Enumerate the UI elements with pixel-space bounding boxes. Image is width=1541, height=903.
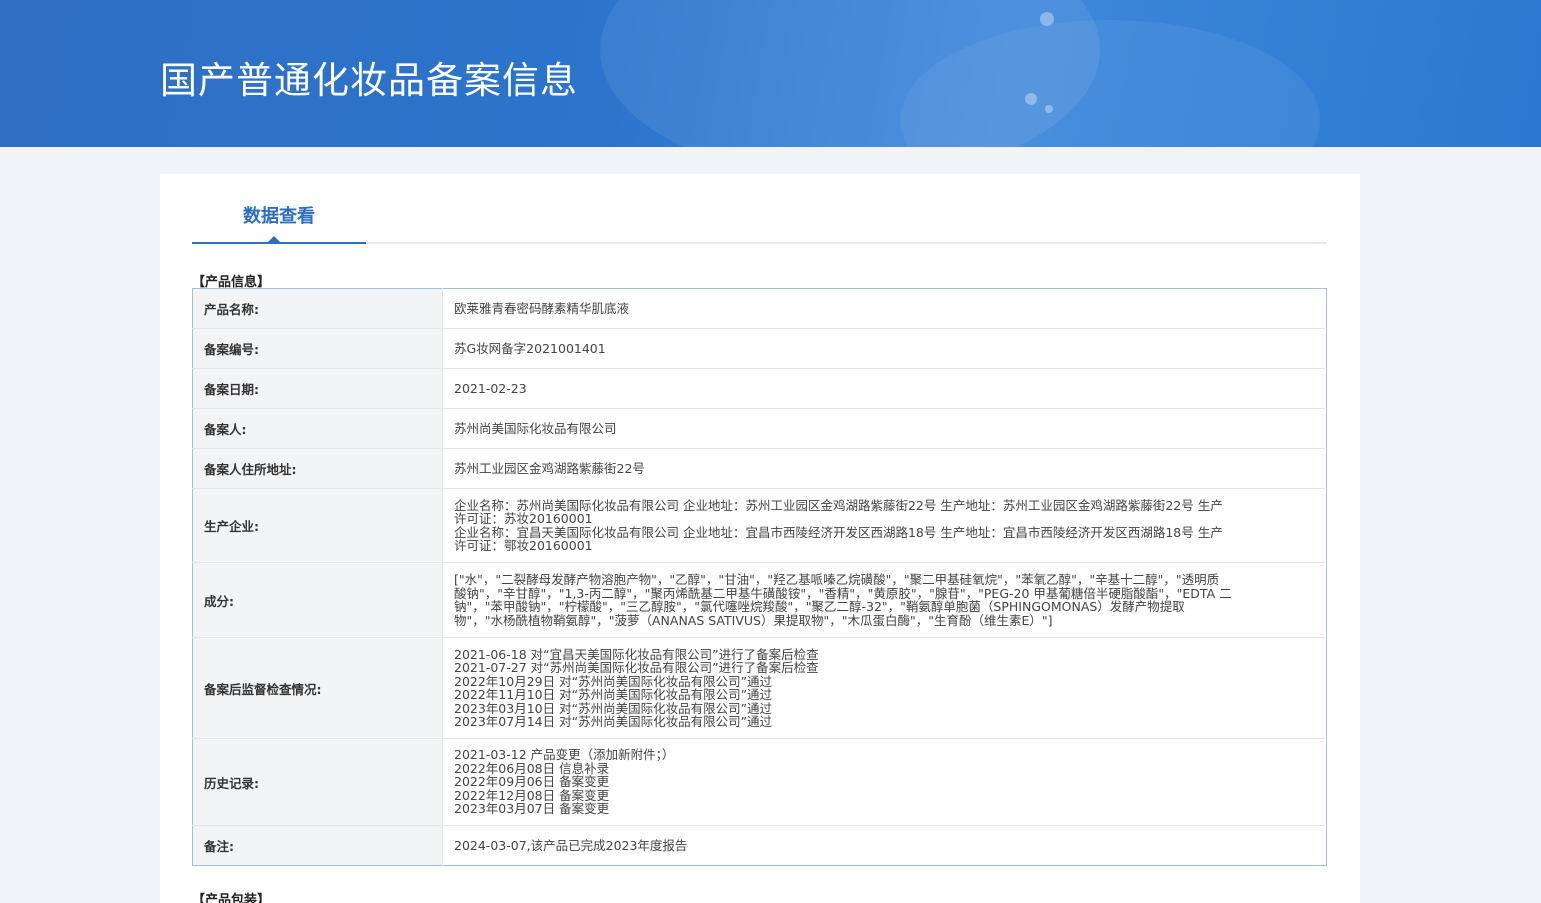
text-line: 2023年03月10日 对“苏州尚美国际化妆品有限公司”通过	[454, 700, 773, 716]
row-label: 备案日期:	[192, 368, 443, 409]
tab-label: 数据查看	[243, 206, 315, 227]
row-label: 成分:	[192, 562, 443, 638]
row-label: 备注:	[192, 825, 443, 866]
text-line: 2023年03月07日 备案变更	[454, 801, 610, 817]
table-row: 成分: ["水"，"二裂酵母发酵产物溶胞产物"，"乙醇"，"甘油"，"羟乙基哌嗪…	[192, 562, 1327, 638]
row-label: 历史记录:	[192, 738, 443, 826]
tab-bar: 数据查看	[192, 174, 1327, 244]
tab-data-view[interactable]: 数据查看	[192, 174, 366, 244]
table-row: 备案人: 苏州尚美国际化妆品有限公司	[192, 408, 1327, 449]
address-value: 苏州工业园区金鸡湖路紫藤街22号	[442, 448, 1327, 489]
table-row: 历史记录: 2021-03-12 产品变更（添加新附件；） 2022年06月08…	[192, 738, 1327, 826]
page-title: 国产普通化妆品备案信息	[160, 59, 578, 102]
text-line: 2022年12月08日 备案变更	[454, 787, 610, 803]
inspections-value: 2021-06-18 对“宜昌天美国际化妆品有限公司”进行了备案后检查 2021…	[442, 637, 1327, 739]
registrant-value: 苏州尚美国际化妆品有限公司	[442, 408, 1327, 449]
text-line: 许可证：苏妆20160001	[454, 511, 593, 526]
table-row: 备注: 2024-03-07,该产品已完成2023年度报告	[192, 825, 1327, 866]
row-label: 生产企业:	[192, 488, 443, 563]
text-line: 企业名称：苏州尚美国际化妆品有限公司 企业地址：苏州工业园区金鸡湖路紫藤街22号…	[454, 497, 1223, 513]
text-line: 2022年10月29日 对“苏州尚美国际化妆品有限公司”通过	[454, 673, 773, 689]
text-line: 钠"，"苯甲酸钠"，"柠檬酸"，"三乙醇胺"，"氯代噻唑烷羧酸"，"聚乙二醇-3…	[454, 599, 1185, 614]
row-label: 备案人:	[192, 408, 443, 449]
banner-dot	[1025, 93, 1037, 105]
text-line: 2021-07-27 对“苏州尚美国际化妆品有限公司”进行了备案后检查	[454, 660, 819, 675]
text-line: ["水"，"二裂酵母发酵产物溶胞产物"，"乙醇"，"甘油"，"羟乙基哌嗪乙烷磺酸…	[454, 572, 1220, 587]
text-line: 2021-06-18 对“宜昌天美国际化妆品有限公司”进行了备案后检查	[454, 646, 819, 662]
text-line: 物"，"水杨酰植物鞘氨醇"，"菠萝（ANANAS SATIVUS）果提取物"，"…	[454, 612, 1053, 628]
row-label: 备案人住所地址:	[192, 448, 443, 489]
table-row: 备案编号: 苏G妆网备字2021001401	[192, 328, 1327, 369]
text-line: 2022年11月10日 对“苏州尚美国际化妆品有限公司”通过	[454, 687, 773, 702]
table-row: 产品名称: 欧莱雅青春密码酵素精华肌底液	[192, 288, 1327, 329]
table-row: 备案后监督检查情况: 2021-06-18 对“宜昌天美国际化妆品有限公司”进行…	[192, 637, 1327, 739]
table-row: 生产企业: 企业名称：苏州尚美国际化妆品有限公司 企业地址：苏州工业园区金鸡湖路…	[192, 488, 1327, 563]
manufacturer-value: 企业名称：苏州尚美国际化妆品有限公司 企业地址：苏州工业园区金鸡湖路紫藤街22号…	[442, 488, 1327, 563]
banner-dot	[1040, 12, 1054, 26]
product-name-value: 欧莱雅青春密码酵素精华肌底液	[442, 288, 1327, 329]
table-row: 备案人住所地址: 苏州工业园区金鸡湖路紫藤街22号	[192, 448, 1327, 489]
text-line: 2022年06月08日 信息补录	[454, 760, 610, 776]
content-card: 数据查看 【产品信息】 产品名称: 欧莱雅青春密码酵素精华肌底液 备案编号: 苏…	[160, 174, 1360, 903]
record-date-value: 2021-02-23	[442, 368, 1327, 409]
text-line: 酸钠"，"辛甘醇"，"1,3-丙二醇"，"聚丙烯酰基二甲基牛磺酸铵"，"香精"，…	[454, 585, 1232, 601]
row-label: 备案编号:	[192, 328, 443, 369]
caret-up-icon	[268, 236, 280, 242]
banner-dot	[1045, 105, 1053, 113]
remarks-value: 2024-03-07,该产品已完成2023年度报告	[454, 837, 688, 853]
text-line: 2021-03-12 产品变更（添加新附件；）	[454, 747, 675, 763]
text-line: 企业名称：宜昌天美国际化妆品有限公司 企业地址：宜昌市西陵经济开发区西湖路18号…	[454, 524, 1223, 540]
row-label: 备案后监督检查情况:	[192, 637, 443, 739]
row-label: 产品名称:	[192, 288, 443, 329]
text-line: 2023年07月14日 对“苏州尚美国际化妆品有限公司”通过	[454, 714, 773, 729]
text-line: 许可证：鄂妆20160001	[454, 538, 593, 553]
text-line: 2022年09月06日 备案变更	[454, 774, 610, 790]
product-info-table: 产品名称: 欧莱雅青春密码酵素精华肌底液 备案编号: 苏G妆网备字2021001…	[192, 288, 1327, 866]
history-value: 2021-03-12 产品变更（添加新附件；） 2022年06月08日 信息补录…	[442, 738, 1327, 826]
section-title-product-packaging: 【产品包装】	[192, 893, 271, 903]
record-number-value: 苏G妆网备字2021001401	[442, 328, 1327, 369]
ingredients-value: ["水"，"二裂酵母发酵产物溶胞产物"，"乙醇"，"甘油"，"羟乙基哌嗪乙烷磺酸…	[442, 562, 1327, 638]
table-row: 备案日期: 2021-02-23	[192, 368, 1327, 409]
header-banner: 国产普通化妆品备案信息	[0, 0, 1541, 147]
